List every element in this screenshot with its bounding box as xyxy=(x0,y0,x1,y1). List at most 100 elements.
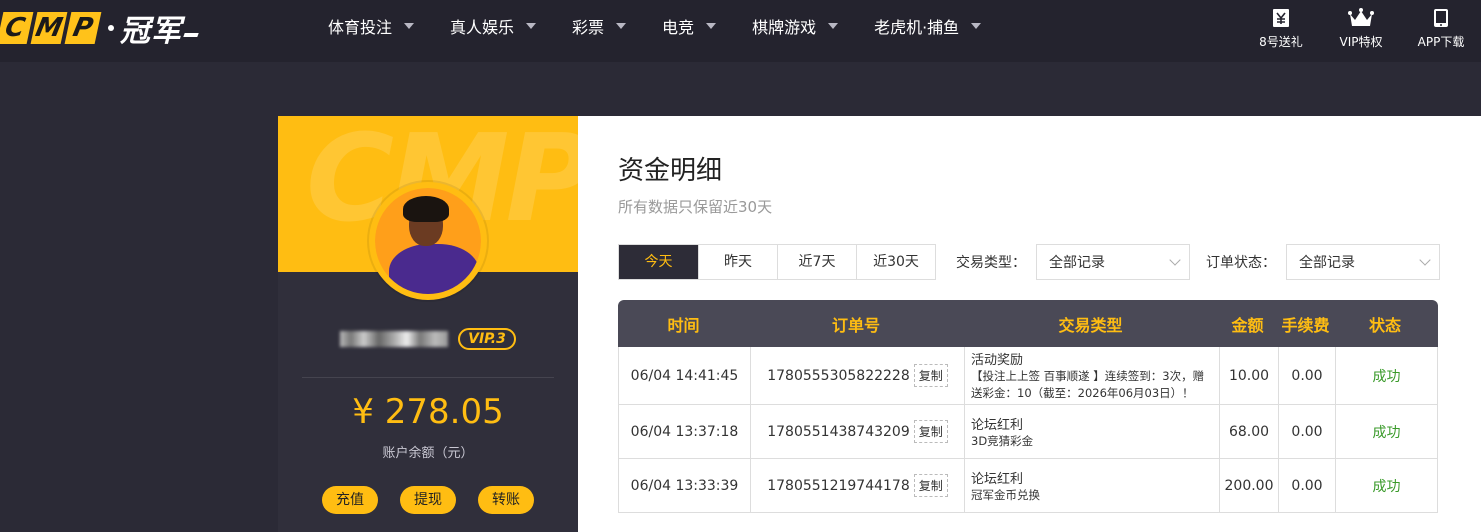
type-main: 活动奖励 xyxy=(971,353,1024,368)
chevron-down-icon xyxy=(971,23,982,29)
vip-badge: VIP.3 xyxy=(458,328,516,350)
type-main: 论坛红利 xyxy=(971,471,1024,487)
filter-bar: 今天 昨天 近7天 近30天 交易类型： 全部记录 订单状态： 全部记录 xyxy=(618,244,1440,280)
order-status-value: 全部记录 xyxy=(1299,255,1355,271)
cell-status: 成功 xyxy=(1335,405,1437,458)
table-header: 时间 订单号 交易类型 金额 手续费 状态 xyxy=(618,300,1438,347)
column-header-type: 交易类型 xyxy=(1058,315,1123,335)
nav-item-label: 电竞 xyxy=(662,18,695,37)
logo-letter: P xyxy=(64,12,102,44)
quick-link-label: VIP特权 xyxy=(1339,35,1383,49)
order-status-select[interactable]: 全部记录 xyxy=(1286,244,1440,280)
site-logo[interactable]: C M P 冠军 xyxy=(0,8,199,49)
type-main: 论坛红利 xyxy=(971,417,1024,433)
fund-details-panel: 资金明细 所有数据只保留近30天 今天 昨天 近7天 近30天 交易类型： 全部… xyxy=(578,116,1481,532)
tab-7-days[interactable]: 近7天 xyxy=(777,245,856,279)
trade-type-select[interactable]: 全部记录 xyxy=(1036,244,1190,280)
crown-icon xyxy=(1348,8,1374,26)
wallet-actions: 充值 提现 转账 xyxy=(278,486,578,514)
cell-status: 成功 xyxy=(1335,347,1437,404)
chevron-down-icon xyxy=(1169,254,1181,266)
tab-yesterday[interactable]: 昨天 xyxy=(698,245,777,279)
cell-time: 06/04 14:41:45 xyxy=(630,367,739,384)
date-range-tabs: 今天 昨天 近7天 近30天 xyxy=(618,244,936,280)
logo-cmp-letters: C M P xyxy=(0,12,102,44)
ticket-icon xyxy=(1273,9,1289,27)
column-header-fee: 手续费 xyxy=(1281,315,1330,335)
logo-dot xyxy=(108,25,114,31)
quick-link-label: APP下载 xyxy=(1417,35,1465,49)
logo-mark xyxy=(183,33,199,37)
trade-type-value: 全部记录 xyxy=(1049,255,1105,271)
transactions-table: 时间 订单号 交易类型 金额 手续费 状态 06/04 14:41:45 178… xyxy=(618,300,1438,513)
avatar-shirt xyxy=(389,244,479,294)
nav-item-label: 老虎机·捕鱼 xyxy=(874,18,960,37)
type-detail: 【投注上上签 百事顺遂 】连续签到：3次，赠送彩金：10（截至：2026年06月… xyxy=(971,369,1205,400)
nav-item-live-casino[interactable]: 真人娱乐 xyxy=(432,14,554,38)
logo-cn-text: 冠军 xyxy=(120,14,182,49)
cell-fee: 0.00 xyxy=(1278,405,1335,458)
order-number: 1780555305822228 xyxy=(767,367,910,384)
quick-link-app[interactable]: APP下载 xyxy=(1401,0,1481,56)
cell-order: 1780551438743209 复制 xyxy=(750,405,964,458)
chevron-down-icon xyxy=(616,23,627,29)
cell-type: 论坛红利 3D竞猜彩金 xyxy=(964,405,1219,458)
cell-type: 活动奖励 【投注上上签 百事顺遂 】连续签到：3次，赠送彩金：10（截至：2026… xyxy=(964,347,1219,404)
nav-item-slots-fishing[interactable]: 老虎机·捕鱼 xyxy=(856,14,999,38)
column-header-order: 订单号 xyxy=(831,315,880,335)
main-nav: 体育投注 真人娱乐 彩票 电竞 棋牌游戏 老虎机·捕鱼 xyxy=(310,0,999,52)
username-blurred xyxy=(340,331,449,347)
trade-type-label: 交易类型： xyxy=(956,255,1026,271)
copy-button[interactable]: 复制 xyxy=(913,364,948,387)
tab-30-days[interactable]: 近30天 xyxy=(856,245,935,279)
type-detail: 冠军金币兑换 xyxy=(971,487,1040,502)
quick-link-gift[interactable]: 8号送礼 xyxy=(1241,0,1321,56)
order-status-label: 订单状态： xyxy=(1206,255,1276,271)
nav-item-label: 体育投注 xyxy=(328,18,393,37)
cell-fee: 0.00 xyxy=(1278,347,1335,404)
nav-item-lottery[interactable]: 彩票 xyxy=(554,14,644,38)
avatar-hair xyxy=(403,196,449,222)
deposit-button[interactable]: 充值 xyxy=(322,486,378,514)
username-row: VIP.3 xyxy=(278,328,578,350)
quick-links: 8号送礼 VIP特权 APP下载 xyxy=(1241,0,1481,56)
balance-label: 账户余额（元） xyxy=(382,446,474,461)
cell-amount: 10.00 xyxy=(1219,347,1278,404)
order-number: 1780551219744178 xyxy=(767,477,910,494)
nav-item-card-games[interactable]: 棋牌游戏 xyxy=(734,14,856,38)
nav-item-sports[interactable]: 体育投注 xyxy=(310,14,432,38)
withdraw-button[interactable]: 提现 xyxy=(400,486,456,514)
copy-button[interactable]: 复制 xyxy=(913,420,948,443)
cell-order: 1780555305822228 复制 xyxy=(750,347,964,404)
order-number: 1780551438743209 xyxy=(767,423,910,440)
chevron-down-icon xyxy=(706,23,717,29)
cell-time: 06/04 13:33:39 xyxy=(630,477,739,494)
chevron-down-icon xyxy=(404,23,415,29)
cell-order: 1780551219744178 复制 xyxy=(750,459,964,512)
page-subtitle: 所有数据只保留近30天 xyxy=(618,198,773,216)
cell-amount: 68.00 xyxy=(1219,405,1278,458)
tab-today[interactable]: 今天 xyxy=(619,245,698,279)
copy-button[interactable]: 复制 xyxy=(913,474,948,497)
type-detail: 3D竞猜彩金 xyxy=(971,433,1034,448)
transfer-button[interactable]: 转账 xyxy=(478,486,534,514)
chevron-down-icon xyxy=(526,23,537,29)
cell-amount: 200.00 xyxy=(1219,459,1278,512)
nav-item-esports[interactable]: 电竞 xyxy=(644,14,734,38)
quick-link-vip[interactable]: VIP特权 xyxy=(1321,0,1401,56)
nav-item-label: 彩票 xyxy=(572,18,605,37)
chevron-down-icon xyxy=(828,23,839,29)
avatar[interactable] xyxy=(369,182,487,300)
column-header-time: 时间 xyxy=(667,315,700,335)
column-header-status: 状态 xyxy=(1368,315,1401,335)
chevron-down-icon xyxy=(1419,254,1431,266)
column-header-amount: 金额 xyxy=(1231,315,1264,335)
nav-item-label: 棋牌游戏 xyxy=(752,18,817,37)
table-row: 06/04 14:41:45 1780555305822228 复制 活动奖励 【投… xyxy=(618,347,1438,405)
account-balance: ¥ 278.05 xyxy=(352,392,504,432)
tablet-icon xyxy=(1434,9,1448,27)
table-row: 06/04 13:33:39 1780551219744178 复制 论坛红利 冠军… xyxy=(618,459,1438,513)
quick-link-label: 8号送礼 xyxy=(1259,35,1303,49)
logo-letter: M xyxy=(30,12,68,44)
table-row: 06/04 13:37:18 1780551438743209 复制 论坛红利 3D… xyxy=(618,405,1438,459)
